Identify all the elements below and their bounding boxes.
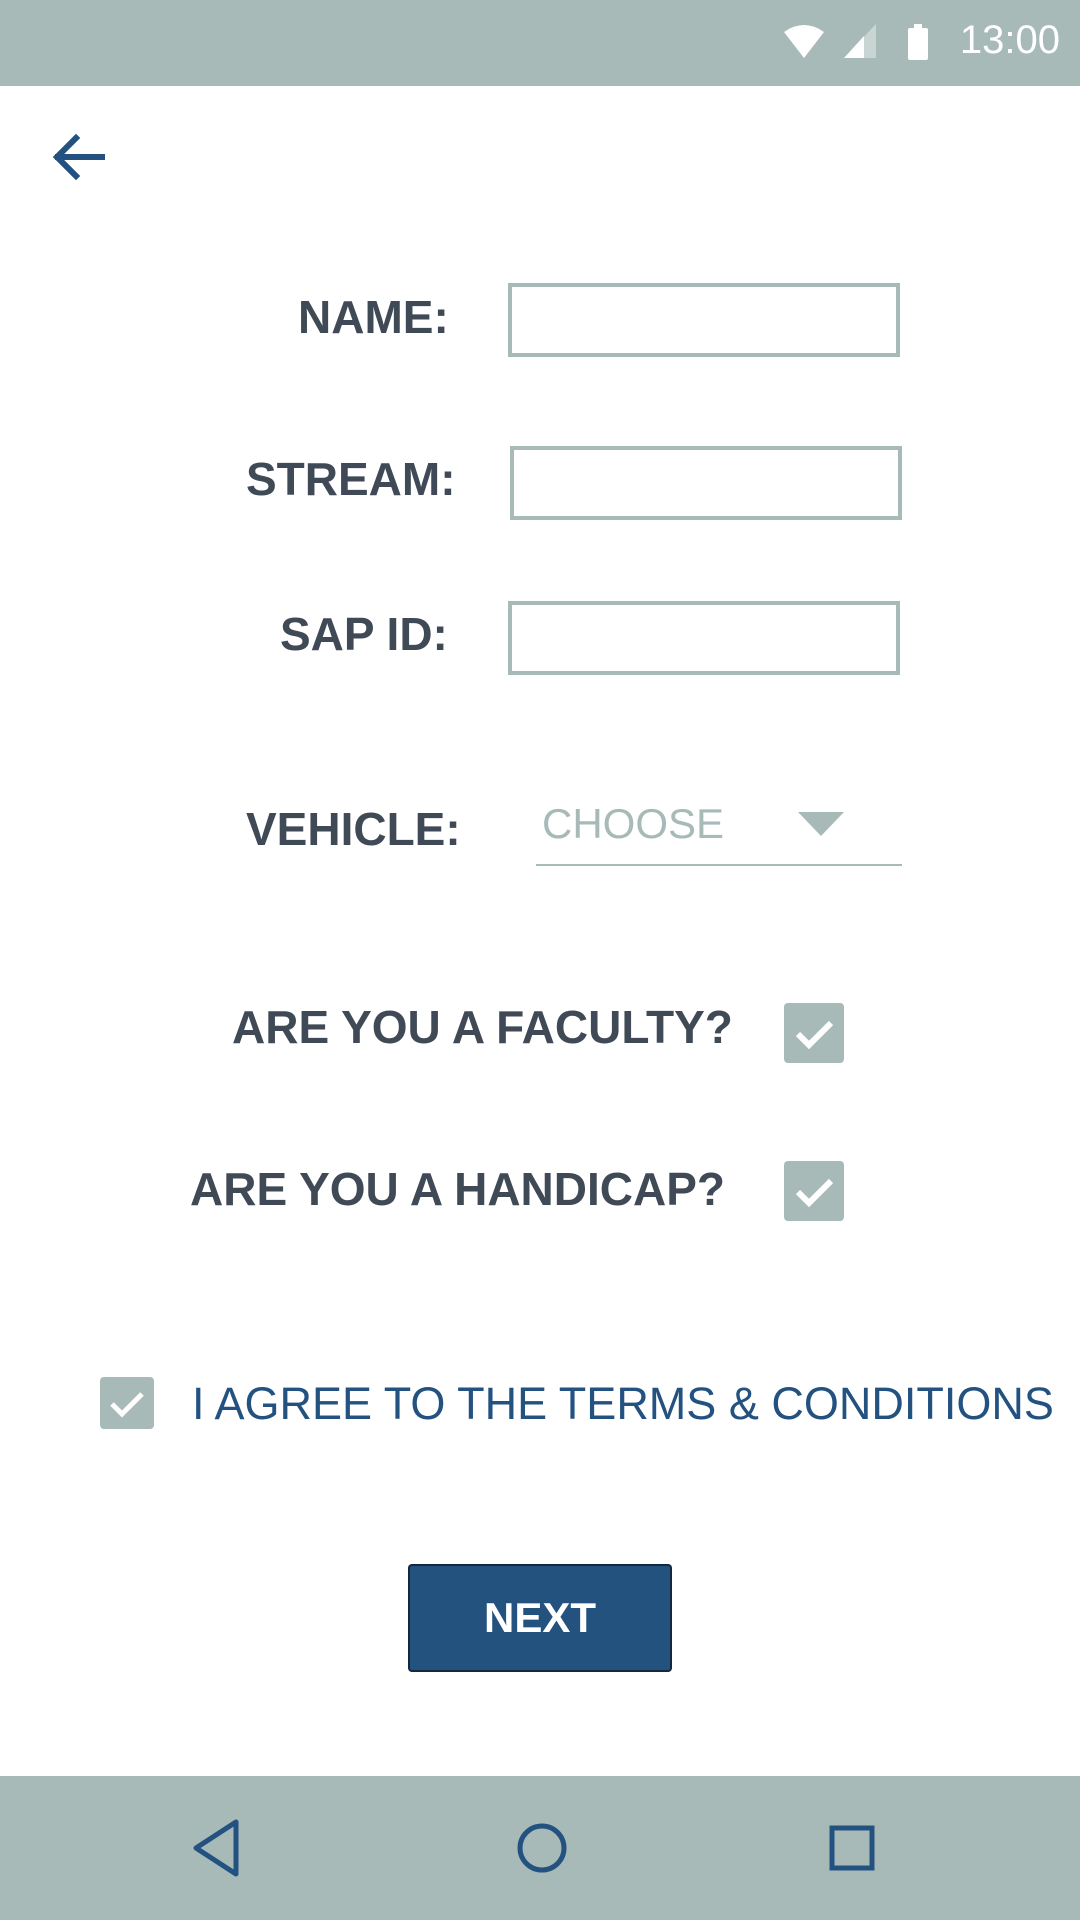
vehicle-select-value: CHOOSE [542, 800, 725, 847]
name-input[interactable] [508, 283, 900, 357]
status-bar: 13:00 [0, 0, 1080, 86]
status-time: 13:00 [959, 18, 1060, 62]
arrow-left-icon [52, 133, 105, 181]
check-icon [110, 1392, 144, 1418]
nav-bar [0, 1776, 1080, 1920]
recents-square-icon[interactable] [820, 1816, 884, 1880]
back-button[interactable] [50, 128, 110, 188]
handicap-checkbox[interactable] [784, 1161, 844, 1221]
back-triangle-icon[interactable] [186, 1816, 250, 1880]
check-icon [795, 1178, 834, 1208]
wifi-icon [784, 25, 824, 58]
handicap-label: ARE YOU A HANDICAP? [190, 1163, 725, 1215]
home-circle-icon[interactable] [510, 1816, 574, 1880]
stream-input[interactable] [510, 446, 902, 520]
stream-label: STREAM: [246, 453, 456, 505]
vehicle-select[interactable]: CHOOSE [536, 790, 902, 866]
check-icon [795, 1020, 834, 1050]
name-label: NAME: [298, 291, 449, 343]
sapid-input[interactable] [508, 601, 900, 675]
battery-icon [908, 24, 928, 60]
chevron-down-icon [798, 812, 844, 836]
terms-checkbox[interactable] [100, 1377, 154, 1429]
next-button[interactable]: NEXT [408, 1564, 672, 1672]
faculty-label: ARE YOU A FACULTY? [232, 1001, 733, 1053]
sapid-label: SAP ID: [280, 608, 448, 660]
faculty-checkbox[interactable] [784, 1003, 844, 1063]
cell-signal-icon [844, 24, 876, 58]
terms-label[interactable]: I AGREE TO THE TERMS & CONDITIONS [192, 1378, 1054, 1430]
vehicle-label: VEHICLE: [246, 803, 461, 855]
